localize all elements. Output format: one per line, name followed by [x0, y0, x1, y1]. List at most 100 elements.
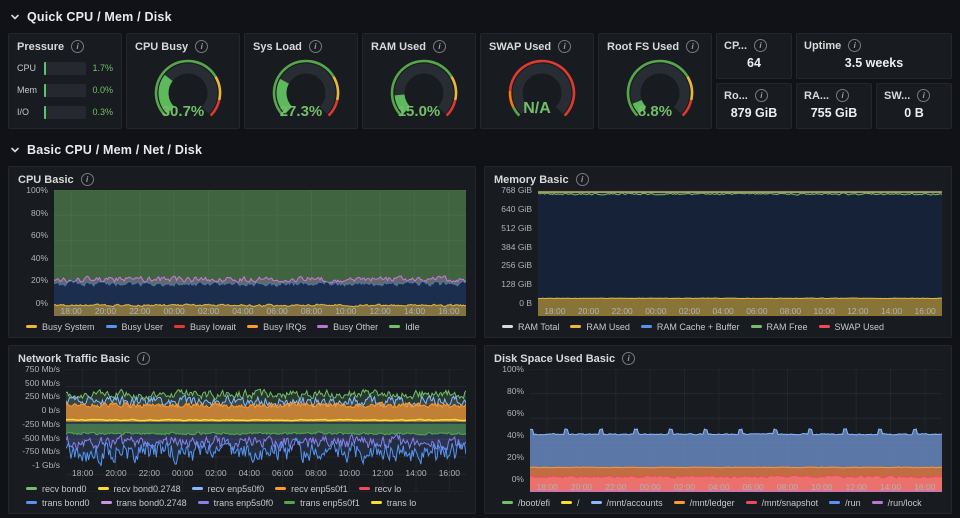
info-icon[interactable]: i [917, 89, 931, 102]
legend-item[interactable]: /mnt/ledger [673, 496, 735, 509]
x-axis-tick: 16:00 [914, 482, 936, 492]
info-icon[interactable]: i [195, 40, 209, 53]
legend-item[interactable]: /run/lock [871, 496, 922, 509]
info-icon[interactable]: i [308, 40, 322, 53]
disk-space-used-basic-svg [530, 369, 942, 492]
y-axis-tick: 0 b/s [41, 405, 60, 416]
plot-area[interactable] [530, 369, 942, 492]
x-axis-tick: 22:00 [611, 306, 633, 316]
legend-swatch [26, 501, 37, 504]
x-axis-tick: 16:00 [438, 306, 460, 316]
section-title-basic[interactable]: Basic CPU / Mem / Net / Disk [27, 143, 202, 157]
stat-panel-title[interactable]: SW... [884, 90, 910, 102]
info-icon[interactable]: i [686, 40, 700, 53]
legend-item[interactable]: Busy Other [317, 320, 378, 333]
chart-panel-title[interactable]: Memory Basic [494, 174, 569, 186]
legend-swatch [818, 325, 830, 328]
legend-item[interactable]: RAM Free [750, 320, 808, 333]
chevron-down-icon[interactable] [10, 145, 20, 155]
info-icon[interactable]: i [433, 40, 447, 53]
legend: Busy System Busy User Busy Iowait Busy IRQs… [26, 320, 466, 333]
legend-item[interactable]: Busy Iowait [174, 320, 236, 333]
legend-item[interactable]: SWAP Used [818, 320, 884, 333]
legend-item[interactable]: RAM Cache + Buffer [640, 320, 740, 333]
stat-value: 3.5 weeks [844, 55, 904, 70]
legend-item[interactable]: Busy System [26, 320, 95, 333]
chart-panel-title[interactable]: CPU Basic [18, 174, 74, 186]
info-icon[interactable]: i [80, 173, 94, 186]
stat-panel-title[interactable]: CP... [724, 40, 747, 52]
gauge-panel-title[interactable]: RAM Used [371, 41, 426, 53]
x-axis-tick: 10:00 [811, 482, 833, 492]
x-axis-tick: 14:00 [405, 468, 427, 478]
legend-item[interactable]: /mnt/snapshot [745, 496, 819, 509]
y-axis-tick: 512 GiB [501, 222, 532, 233]
legend-label: /mnt/snapshot [761, 497, 819, 508]
x-axis-tick: 22:00 [129, 306, 151, 316]
info-icon[interactable]: i [575, 173, 589, 186]
legend-swatch [502, 501, 513, 504]
legend-item[interactable]: trans enp5s0f1 [284, 496, 360, 509]
legend-label: Busy System [42, 321, 95, 332]
x-axis-tick: 20:00 [577, 306, 600, 316]
x-axis: 18:00 20:00 22:00 00:00 02:00 04:00 06:00 08:00… [54, 305, 466, 318]
info-icon[interactable]: i [848, 39, 862, 52]
stat-panel-title[interactable]: Uptime [804, 40, 841, 52]
legend-label: trans enp5s0f0 [213, 497, 274, 508]
info-icon[interactable]: i [71, 40, 85, 53]
x-axis-tick: 10:00 [338, 468, 360, 478]
info-icon[interactable]: i [754, 39, 768, 52]
legend-item[interactable]: trans enp5s0f0 [197, 496, 274, 509]
legend-item[interactable]: /boot/efi [502, 496, 550, 509]
plot-area[interactable] [66, 369, 466, 492]
y-axis-tick: 40% [30, 252, 48, 263]
legend-item[interactable]: Busy IRQs [247, 320, 306, 333]
gauge-panel-title[interactable]: SWAP Used [489, 41, 551, 53]
legend-item[interactable]: / [561, 496, 580, 509]
cpu-cores-stat-panel: CP... i 64 [716, 33, 792, 79]
y-axis: 0% 20% 40% 60% 80% 100% [494, 364, 530, 484]
chart-panel-title[interactable]: Network Traffic Basic [18, 353, 130, 365]
info-icon[interactable]: i [136, 352, 150, 365]
legend-item[interactable]: /run [829, 496, 861, 509]
y-axis: 0 B 128 GiB 256 GiB 384 GiB 512 GiB 640 GiB 76… [494, 185, 538, 308]
x-axis-tick: 12:00 [847, 306, 869, 316]
legend-item[interactable]: /mnt/accounts [590, 496, 663, 509]
gauge-panel-title[interactable]: CPU Busy [135, 41, 188, 53]
legend-item[interactable]: trans bond0.2748 [100, 496, 187, 509]
gauge-panel-title[interactable]: Root FS Used [607, 41, 679, 53]
section-title-quick[interactable]: Quick CPU / Mem / Disk [27, 10, 172, 24]
legend-swatch [317, 325, 329, 328]
stat-panel-title[interactable]: Ro... [724, 90, 748, 102]
x-axis-tick: 04:00 [712, 306, 734, 316]
pressure-panel-title[interactable]: Pressure [17, 41, 64, 53]
gauge-panel-title[interactable]: Sys Load [253, 41, 302, 53]
y-axis-tick: -750 Mb/s [22, 446, 60, 457]
legend-item[interactable]: trans bond0 [26, 496, 90, 509]
y-axis: -1 Gb/s -750 Mb/s -500 Mb/s -250 Mb/s 0 b/s 2… [18, 364, 66, 470]
x-axis-tick: 06:00 [272, 468, 294, 478]
legend-item[interactable]: RAM Used [570, 320, 630, 333]
info-icon[interactable]: i [622, 352, 636, 365]
pressure-bar-gauge [44, 105, 87, 119]
chevron-down-icon[interactable] [10, 12, 20, 22]
pressure-bar-fill [44, 105, 46, 119]
plot-area[interactable] [54, 190, 466, 316]
legend-swatch [284, 501, 296, 504]
legend-item[interactable]: Idle [389, 320, 420, 333]
ram-used-gauge-panel: RAM Used i 15.0% [362, 33, 476, 129]
legend-swatch [640, 325, 652, 328]
legend-item[interactable]: Busy User [105, 320, 163, 333]
legend-item[interactable]: RAM Total [502, 320, 559, 333]
disk-space-used-basic-panel: Disk Space Used Basic i 0% 20% 40% 60% 80% 10… [484, 345, 952, 514]
legend-swatch [174, 325, 186, 328]
chart-panel-title[interactable]: Disk Space Used Basic [494, 353, 615, 365]
legend-item[interactable]: trans lo [370, 496, 416, 509]
stat-panel-title[interactable]: RA... [804, 90, 829, 102]
info-icon[interactable]: i [836, 89, 850, 102]
x-axis-tick: 08:00 [300, 306, 323, 316]
info-icon[interactable]: i [558, 40, 572, 53]
info-icon[interactable]: i [754, 89, 768, 102]
plot-area[interactable] [538, 190, 942, 316]
pressure-row-label: CPU [17, 63, 37, 73]
